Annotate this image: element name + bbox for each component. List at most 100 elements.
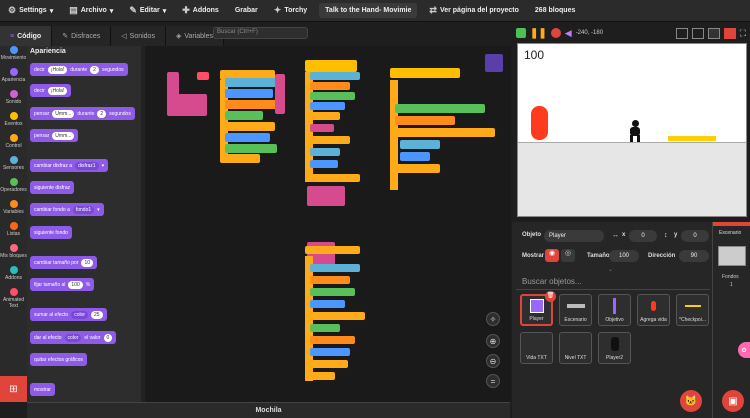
block-switch-costume[interactable]: cambiar disfraz a disfraz1 ▾ [30, 159, 109, 172]
script-block[interactable] [310, 124, 334, 132]
category-item[interactable]: Movimiento [0, 46, 27, 68]
block-change-effect[interactable]: sumar al efecto color 25 [30, 308, 107, 321]
script-block[interactable] [310, 136, 350, 144]
block-input[interactable]: 2 [90, 65, 99, 74]
sprite-tile[interactable]: Agrega vida [637, 294, 670, 326]
sprite-tile[interactable]: Nivel TXT [559, 332, 592, 364]
category-item[interactable]: Animated Text [0, 288, 27, 310]
sprite-tile[interactable]: Player 🗑 [520, 291, 556, 326]
category-item[interactable]: Operadores [0, 178, 27, 200]
tab-sounds[interactable]: ◁ Sonidos [111, 26, 166, 46]
green-flag-icon[interactable] [516, 28, 526, 38]
script-block[interactable] [310, 264, 360, 272]
tab-code[interactable]: ≡ Código [0, 26, 53, 46]
add-extension-button[interactable]: ⊞ [0, 376, 27, 402]
script-block[interactable] [220, 154, 260, 163]
script-block[interactable] [310, 82, 350, 90]
script-block[interactable] [395, 116, 455, 125]
script-block[interactable] [225, 89, 273, 98]
backpack-bar[interactable]: Mochila [27, 402, 510, 418]
see-project-page-button[interactable]: ⇄ Ver página del proyecto [421, 0, 527, 22]
direction-input[interactable]: 90 [679, 250, 709, 262]
project-title-field[interactable]: Talk to the Hand- Movimie [319, 3, 418, 18]
effect-dropdown[interactable]: color [64, 333, 82, 342]
script-block[interactable] [305, 174, 360, 182]
script-block[interactable] [310, 300, 345, 308]
small-stage-icon[interactable] [675, 27, 688, 39]
script-block[interactable] [305, 246, 360, 254]
edit-menu[interactable]: ✎ Editar ▾ [121, 0, 174, 22]
block-think[interactable]: pensar Umm... [30, 129, 79, 142]
category-item[interactable]: Apariencia [0, 68, 27, 90]
script-block[interactable] [310, 360, 348, 368]
pause-icon[interactable]: ❚❚ [530, 28, 547, 39]
script-block[interactable] [310, 92, 355, 100]
block-set-effect[interactable]: dar al efecto color el valor 0 [30, 331, 117, 344]
file-menu[interactable]: ▤ Archivo ▾ [61, 0, 121, 22]
block-input[interactable]: Umm... [52, 131, 75, 140]
block-change-size[interactable]: cambiar tamaño por 10 [30, 256, 98, 269]
script-block[interactable] [395, 104, 485, 113]
category-item[interactable]: Control [0, 134, 27, 156]
zoom-out-button[interactable]: ⊖ [486, 354, 500, 368]
size-input[interactable]: 100 [609, 250, 639, 262]
script-block[interactable] [225, 144, 277, 153]
category-item[interactable]: Variables [0, 200, 27, 222]
block-input[interactable]: ¡Hola! [47, 65, 68, 74]
costume-dropdown[interactable]: disfraz1 [75, 161, 99, 170]
sprite-tile[interactable]: Objetivo [598, 294, 631, 326]
choose-sprite-button[interactable]: 🐱 [680, 390, 702, 412]
clean-up-button[interactable]: ✧ [486, 312, 500, 326]
zoom-in-button[interactable]: ⊕ [486, 334, 500, 348]
category-item[interactable]: Sonido [0, 90, 27, 112]
delete-sprite-button[interactable]: 🗑 [545, 291, 556, 302]
stop-icon[interactable] [550, 28, 561, 38]
block-think-for-secs[interactable]: pensar Umm... durante 2 segundos [30, 107, 135, 120]
block-input[interactable]: 25 [91, 310, 103, 319]
block-clear-effects[interactable]: quitar efectos gráficos [30, 353, 87, 366]
block-say[interactable]: decir ¡Hola! [30, 84, 72, 97]
block-input[interactable]: 10 [81, 258, 94, 267]
sprite-tile[interactable]: Escenario [559, 294, 592, 326]
block-show[interactable]: mostrar [30, 383, 55, 396]
block-next-backdrop[interactable]: siguiente fondo [30, 226, 72, 239]
fullscreen-icon[interactable]: ⛶ [740, 28, 746, 39]
category-item[interactable]: Listas [0, 222, 27, 244]
choose-backdrop-button[interactable]: ▣ [722, 390, 744, 412]
script-block[interactable] [310, 276, 350, 284]
script-block[interactable] [390, 164, 440, 173]
sprite-search-input[interactable]: Buscar objetos... [516, 274, 710, 290]
backdrop-dropdown[interactable]: fondo1 [72, 205, 95, 214]
block-say-for-secs[interactable]: decir ¡Hola! durante 2 segundos [30, 63, 128, 76]
script-block[interactable] [275, 74, 285, 114]
script-block[interactable] [390, 68, 460, 78]
category-item[interactable]: Mis bloques [0, 244, 27, 266]
addons-menu[interactable]: ✚ Addons [174, 0, 227, 22]
script-block[interactable] [310, 72, 360, 80]
y-input[interactable]: 0 [681, 230, 709, 242]
zoom-reset-button[interactable]: = [486, 374, 500, 388]
category-item[interactable]: Addons [0, 266, 27, 288]
addon-stage-icon[interactable] [691, 27, 704, 39]
script-block[interactable] [167, 94, 207, 116]
script-block[interactable] [305, 60, 357, 72]
effect-dropdown[interactable]: color [71, 310, 89, 319]
block-input[interactable]: 100 [68, 280, 83, 289]
mute-icon[interactable]: ◀ [565, 28, 572, 39]
block-input[interactable]: 0 [103, 333, 113, 342]
script-block[interactable] [400, 140, 440, 149]
script-block[interactable] [225, 122, 275, 131]
script-block[interactable] [197, 72, 209, 80]
hide-eye-button[interactable]: ◎ [561, 249, 575, 262]
script-block[interactable] [395, 128, 495, 137]
x-input[interactable]: 0 [629, 230, 657, 242]
sprite-name-input[interactable]: Player [544, 230, 604, 242]
large-stage-icon[interactable] [723, 27, 736, 39]
sprite-tile[interactable]: Player2 [598, 332, 631, 364]
stage-layout-icon[interactable] [707, 27, 720, 39]
script-block[interactable] [225, 100, 279, 109]
script-block[interactable] [310, 336, 355, 344]
block-switch-backdrop[interactable]: cambiar fondo a fondo1 ▾ [30, 203, 104, 216]
sprite-tile[interactable]: *Checkpoi... [676, 294, 709, 326]
workspace-search-input[interactable]: Buscar (Ctrl+F) [213, 27, 308, 39]
